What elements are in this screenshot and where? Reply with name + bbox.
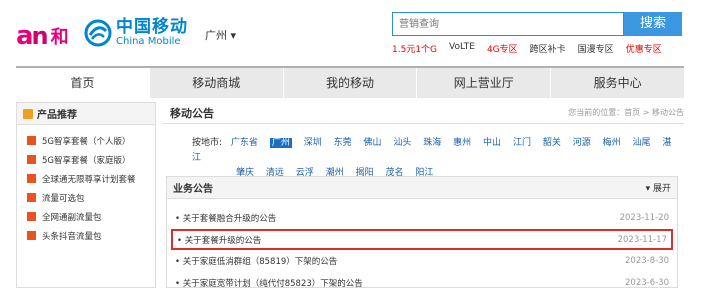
- city-link[interactable]: 深圳: [304, 138, 322, 148]
- city-link[interactable]: 河源: [573, 138, 591, 148]
- search-box: [392, 12, 624, 36]
- hot-link[interactable]: 跨区补卡: [530, 42, 566, 55]
- page-title: 移动公告: [170, 106, 214, 120]
- hot-link[interactable]: 1.5元1个G: [392, 42, 437, 55]
- city-link-selected[interactable]: 广州: [269, 138, 292, 148]
- and-logo-he: 和: [50, 27, 69, 48]
- city-selector[interactable]: 广州 ▾: [205, 27, 236, 43]
- notice-item-title: • 关于家庭宽带计划（纯代付85823）下架的公告: [175, 279, 363, 288]
- main-header: 移动公告 您当前的位置：首页 > 移动公告: [162, 102, 684, 124]
- bullet-icon: [27, 174, 36, 183]
- city-link[interactable]: 汕头: [393, 138, 411, 148]
- city-link[interactable]: 中山: [483, 138, 501, 148]
- city-link[interactable]: 珠海: [423, 138, 441, 148]
- hot-link[interactable]: 优惠专区: [626, 42, 662, 55]
- sidebar-item-label: 5G智享套餐（个人版）: [42, 136, 131, 147]
- city-link[interactable]: 江门: [513, 138, 531, 148]
- notice-item-date: 2023-6-30: [625, 278, 669, 288]
- business-notice-panel: 业务公告 ▾ 展开 • 关于套餐融合升级的公告 2023-11-20 • 关于套…: [166, 176, 678, 288]
- china-mobile-en: China Mobile: [116, 36, 181, 47]
- bullet-icon: [27, 193, 36, 202]
- sidebar-item[interactable]: 5G智享套餐（个人版）: [17, 131, 155, 150]
- notice-item[interactable]: • 关于家庭低消群组（85819）下架的公告 2023-8-30: [167, 250, 677, 272]
- sidebar-item-label: 全网通副流量包: [42, 212, 102, 223]
- city-filter: 按地市: 广东省 广州 深圳 东莞 佛山 汕头 珠海 惠州 中山 江门 韶关 河…: [192, 136, 672, 181]
- notice-item[interactable]: • 关于家庭宽带计划（纯代付85823）下架的公告 2023-6-30: [167, 272, 677, 288]
- sidebar-list: 5G智享套餐（个人版） 5G智享套餐（家庭版） 全球通无限尊享计划套餐 流量可选…: [17, 125, 155, 245]
- sidebar-title: 产品推荐: [37, 110, 77, 121]
- bullet-icon: [27, 136, 36, 145]
- sidebar-item[interactable]: 流量可选包: [17, 188, 155, 207]
- city-row-1: 按地市: 广东省 广州 深圳 东莞 佛山 汕头 珠海 惠州 中山 江门 韶关 河…: [192, 136, 672, 166]
- search-button[interactable]: 搜索: [624, 12, 682, 36]
- thumbs-up-icon: [23, 108, 33, 119]
- notice-item-date: 2023-8-30: [625, 256, 669, 266]
- hot-link[interactable]: 国漫专区: [578, 42, 614, 55]
- sidebar-item-label: 流量可选包: [42, 193, 85, 204]
- china-mobile-logo[interactable]: 中国移动 China Mobile: [84, 18, 188, 48]
- main-nav: 首页 移动商城 我的移动 网上营业厅 服务中心: [16, 66, 684, 98]
- breadcrumb: 您当前的位置：首页 > 移动公告: [568, 108, 684, 117]
- sidebar-item[interactable]: 全网通副流量包: [17, 207, 155, 226]
- city-filter-label: 按地市:: [192, 138, 223, 148]
- sidebar-item-label: 头条抖音流量包: [42, 231, 102, 242]
- city-link[interactable]: 东莞: [334, 138, 352, 148]
- sidebar-item[interactable]: 5G智享套餐（家庭版）: [17, 150, 155, 169]
- china-mobile-cn: 中国移动: [116, 17, 188, 37]
- product-sidebar: 产品推荐 5G智享套餐（个人版） 5G智享套餐（家庭版） 全球通无限尊享计划套餐…: [16, 102, 156, 288]
- hot-links: 1.5元1个G VoLTE 4G专区 跨区补卡 国漫专区 优惠专区: [392, 42, 674, 55]
- notice-item-highlighted[interactable]: • 关于套餐升级的公告 2023-11-17: [171, 229, 673, 250]
- nav-service-center[interactable]: 服务中心: [551, 68, 684, 98]
- and-logo-n: n: [31, 22, 49, 50]
- sidebar-item[interactable]: 头条抖音流量包: [17, 226, 155, 245]
- bullet-icon: [27, 155, 36, 164]
- china-mobile-logo-icon: [84, 19, 112, 47]
- city-link[interactable]: 佛山: [363, 138, 381, 148]
- and-logo[interactable]: a n 和: [16, 20, 69, 52]
- notice-title: 业务公告: [173, 184, 213, 195]
- notice-header: 业务公告 ▾ 展开: [167, 177, 677, 199]
- city-link[interactable]: 惠州: [453, 138, 471, 148]
- notice-item-title: • 关于套餐融合升级的公告: [175, 214, 277, 224]
- hot-link[interactable]: VoLTE: [449, 42, 475, 55]
- city-link[interactable]: 广东省: [231, 138, 258, 148]
- sidebar-item-label: 5G智享套餐（家庭版）: [42, 155, 131, 166]
- notice-item[interactable]: • 关于套餐融合升级的公告 2023-11-20: [167, 207, 677, 229]
- announcement-main: 移动公告 您当前的位置：首页 > 移动公告 按地市: 广东省 广州 深圳 东莞 …: [162, 102, 684, 288]
- sidebar-item[interactable]: 全球通无限尊享计划套餐: [17, 169, 155, 188]
- nav-mall[interactable]: 移动商城: [150, 68, 284, 98]
- site-header: a n 和 中国移动 China Mobile 广州 ▾ 搜索 1.5元1个G …: [0, 0, 716, 62]
- notice-item-title: • 关于套餐升级的公告: [177, 235, 262, 246]
- search-input[interactable]: [393, 13, 623, 35]
- nav-online-hall[interactable]: 网上营业厅: [417, 68, 552, 98]
- expand-toggle[interactable]: ▾ 展开: [646, 181, 671, 194]
- hot-link[interactable]: 4G专区: [487, 42, 518, 55]
- bullet-icon: [27, 212, 36, 221]
- city-link[interactable]: 韶关: [543, 138, 561, 148]
- city-link[interactable]: 梅州: [603, 138, 621, 148]
- nav-home[interactable]: 首页: [16, 68, 150, 98]
- sidebar-header: 产品推荐: [17, 103, 155, 125]
- bullet-icon: [27, 231, 36, 240]
- notice-item-title: • 关于家庭低消群组（85819）下架的公告: [175, 257, 338, 267]
- city-link[interactable]: 汕尾: [633, 138, 651, 148]
- notice-item-date: 2023-11-20: [619, 213, 669, 223]
- sidebar-item-label: 全球通无限尊享计划套餐: [42, 174, 136, 185]
- nav-my-mobile[interactable]: 我的移动: [284, 68, 418, 98]
- notice-item-date: 2023-11-17: [617, 234, 667, 245]
- notice-list: • 关于套餐融合升级的公告 2023-11-20 • 关于套餐升级的公告 202…: [167, 199, 677, 288]
